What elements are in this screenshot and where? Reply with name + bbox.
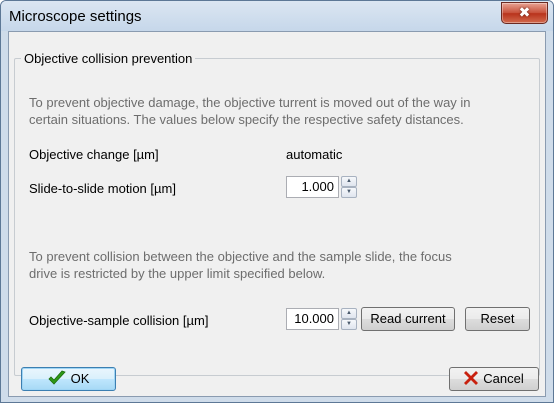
- ok-label: OK: [70, 371, 90, 386]
- description-2-line-1: To prevent collision between the objecti…: [29, 249, 452, 264]
- slide-motion-spinner[interactable]: ▲ ▼: [341, 176, 357, 198]
- cancel-label: Cancel: [483, 371, 524, 386]
- read-current-button[interactable]: Read current: [361, 307, 455, 331]
- title-bar[interactable]: Microscope settings ✖: [1, 1, 553, 31]
- description-1: To prevent objective damage, the objecti…: [29, 94, 471, 128]
- reset-button[interactable]: Reset: [465, 307, 530, 331]
- close-icon: ✖: [518, 4, 531, 20]
- slide-motion-input[interactable]: 1.000: [286, 176, 339, 198]
- description-1-line-2: certain situations. The values below spe…: [29, 112, 464, 127]
- red-x-icon: [464, 371, 479, 386]
- cancel-button[interactable]: Cancel: [449, 367, 539, 391]
- sample-collision-input[interactable]: 10.000: [286, 308, 339, 330]
- sample-collision-spinner[interactable]: ▲ ▼: [341, 308, 357, 330]
- arrow-down-icon[interactable]: ▼: [341, 187, 357, 198]
- description-1-line-1: To prevent objective damage, the objecti…: [29, 95, 471, 110]
- group-title: Objective collision prevention: [21, 51, 196, 66]
- objective-change-label: Objective change [µm]: [29, 147, 159, 162]
- objective-change-value: automatic: [286, 147, 343, 162]
- close-button[interactable]: ✖: [501, 2, 548, 24]
- description-2: To prevent collision between the objecti…: [29, 248, 452, 282]
- dialog-body: Objective collision prevention To preven…: [8, 31, 546, 397]
- arrow-down-icon[interactable]: ▼: [341, 319, 357, 330]
- sample-collision-label: Objective-sample collision [µm]: [29, 313, 209, 328]
- arrow-up-icon[interactable]: ▲: [341, 176, 357, 187]
- dialog-window: Microscope settings ✖ Objective collisio…: [0, 0, 554, 403]
- description-2-line-2: drive is restricted by the upper limit s…: [29, 266, 326, 281]
- slide-motion-label: Slide-to-slide motion [µm]: [29, 181, 176, 196]
- arrow-up-icon[interactable]: ▲: [341, 308, 357, 319]
- ok-button[interactable]: OK: [21, 367, 116, 391]
- checkmark-icon: [48, 370, 66, 385]
- window-title: Microscope settings: [9, 8, 142, 25]
